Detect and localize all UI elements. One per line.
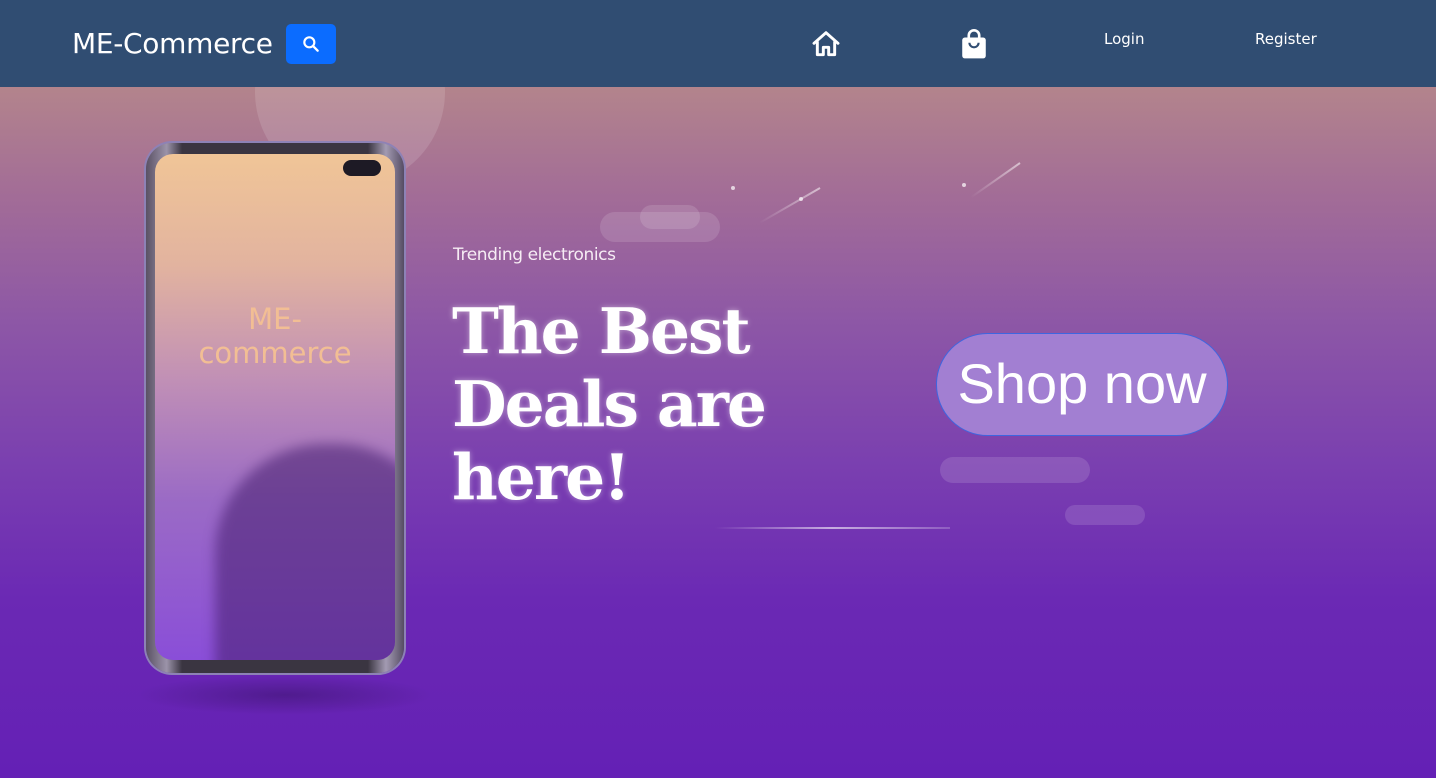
brand-logo[interactable]: ME-Commerce	[72, 27, 273, 61]
phone-screen-text: ME- commerce	[155, 302, 395, 370]
phone-image: ME- commerce	[146, 143, 404, 673]
cloud-decoration	[940, 457, 1090, 483]
search-icon	[303, 36, 319, 52]
shop-now-button[interactable]: Shop now	[936, 333, 1228, 436]
shooting-star-decoration	[758, 187, 821, 224]
shooting-star-decoration	[970, 162, 1021, 199]
phone-camera	[343, 160, 381, 176]
cloud-decoration	[1065, 505, 1145, 525]
phone-screen: ME- commerce	[155, 154, 395, 660]
star-decoration	[962, 183, 966, 187]
phone-shadow	[135, 675, 435, 715]
register-link[interactable]: Register	[1255, 30, 1317, 48]
star-decoration	[731, 186, 735, 190]
screen-shade	[215, 444, 395, 660]
home-link[interactable]	[809, 26, 843, 62]
cloud-decoration	[640, 205, 700, 229]
horizon-line-decoration	[715, 527, 950, 529]
login-link[interactable]: Login	[1104, 30, 1144, 48]
search-button[interactable]	[286, 24, 336, 64]
hero-headline: The Best Deals are here!	[452, 294, 767, 514]
hero-tagline: Trending electronics	[453, 245, 616, 265]
home-icon	[812, 31, 840, 57]
cart-link[interactable]	[957, 26, 991, 62]
shopping-bag-icon	[962, 29, 986, 59]
navbar: ME-Commerce Login Register	[0, 0, 1436, 87]
phone-screen-text-line1: ME-	[248, 302, 302, 336]
phone-screen-text-line2: commerce	[198, 336, 352, 370]
hero-banner: ME- commerce Trending electronics The Be…	[0, 87, 1436, 778]
